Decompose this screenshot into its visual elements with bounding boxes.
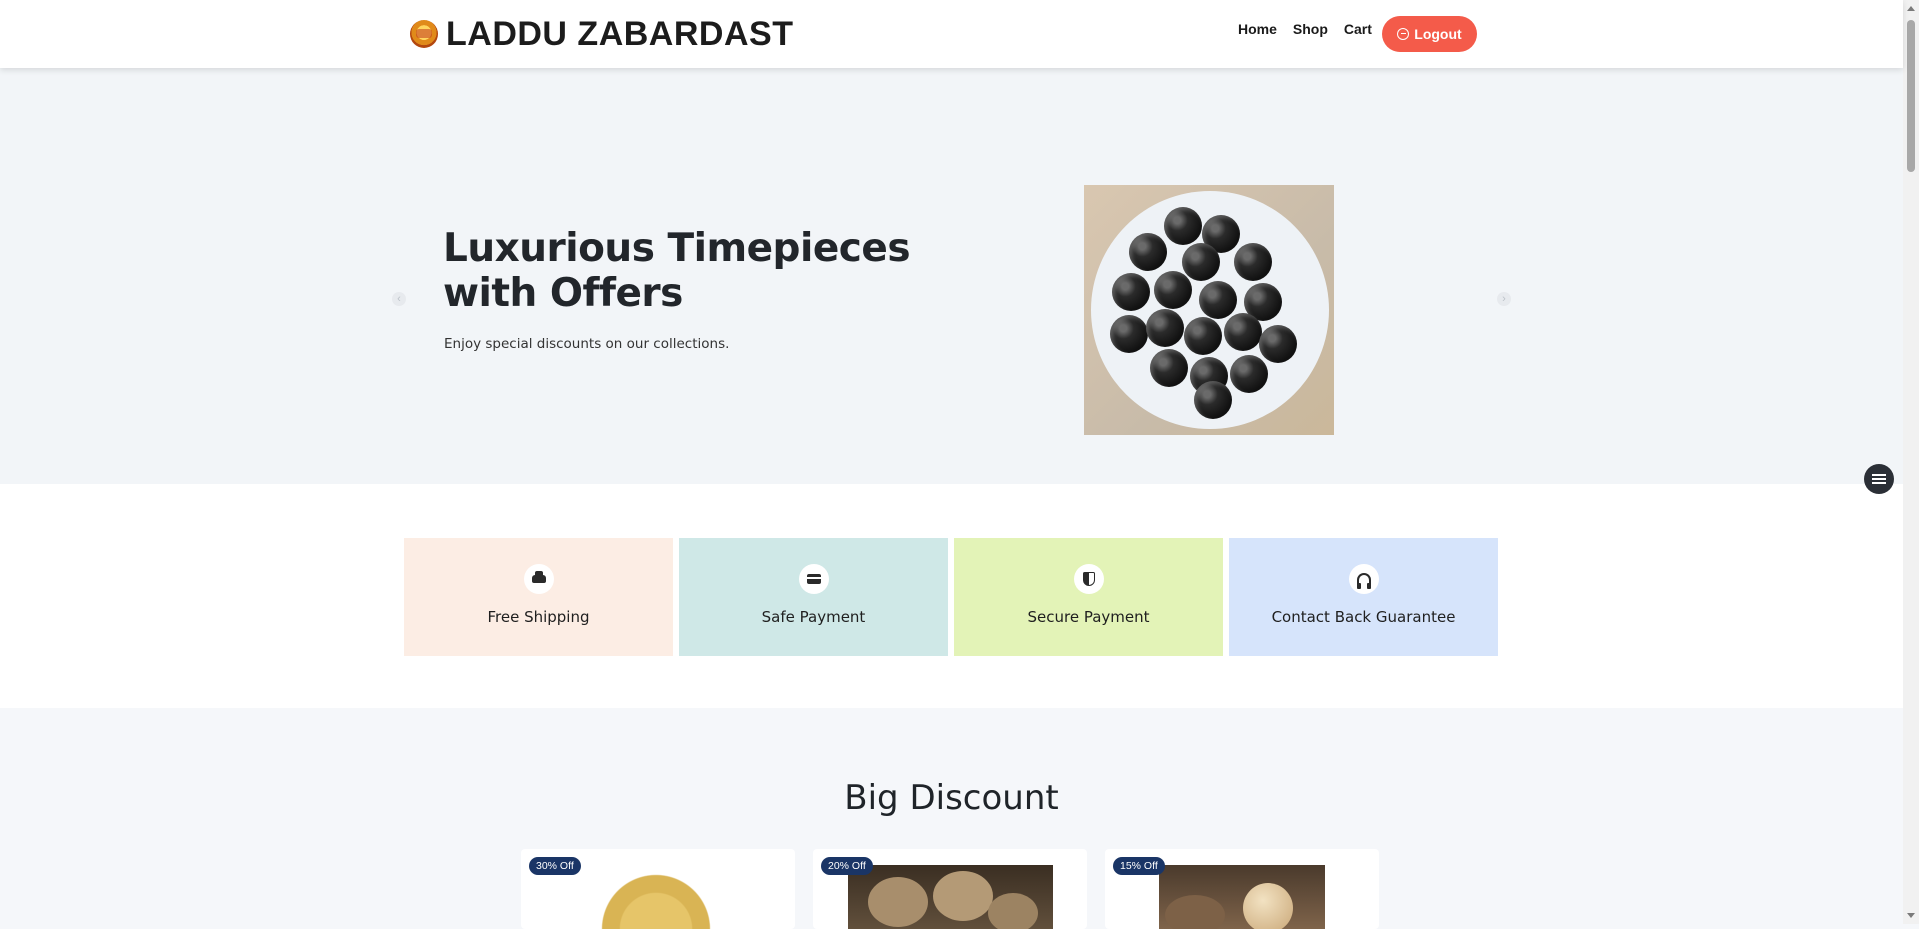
features-section: Free Shipping Safe Payment Secure Paymen… <box>0 484 1903 708</box>
list-icon <box>1872 478 1886 480</box>
menu-toggle-widget[interactable] <box>1864 464 1894 494</box>
navbar: LADDU ZABARDAST Home Shop Cart Logout <box>0 0 1903 68</box>
credit-card-icon <box>798 564 829 594</box>
nav-cart[interactable]: Cart <box>1336 20 1380 38</box>
page-scrollbar[interactable] <box>1903 0 1919 924</box>
chevron-left-icon: ‹ <box>397 293 401 305</box>
laddu <box>1110 315 1148 353</box>
feature-secure-payment: Secure Payment <box>954 538 1223 656</box>
laddu <box>1230 355 1268 393</box>
hero-title: Luxurious Timepieces with Offers <box>443 226 911 316</box>
feature-label: Safe Payment <box>761 608 866 626</box>
laddu <box>1150 349 1188 387</box>
laddu <box>1146 309 1184 347</box>
feature-label: Contact Back Guarantee <box>1271 608 1456 626</box>
feature-label: Free Shipping <box>487 608 590 626</box>
logo-icon <box>410 20 438 48</box>
laddu <box>1164 207 1202 245</box>
feature-safe-payment: Safe Payment <box>679 538 948 656</box>
laddu <box>1184 317 1222 355</box>
laddu <box>1129 233 1167 271</box>
scrollbar-thumb[interactable] <box>1907 20 1915 172</box>
laddu <box>1224 313 1262 351</box>
laddu <box>1182 243 1220 281</box>
product-card[interactable]: 30% Off <box>521 849 795 929</box>
main-nav: Home Shop Cart <box>1230 20 1380 38</box>
laddu <box>1234 243 1272 281</box>
headset-icon <box>1348 564 1379 594</box>
product-image <box>556 865 756 929</box>
laddu <box>1194 381 1232 419</box>
section-title: Big Discount <box>844 778 1059 818</box>
product-card[interactable]: 15% Off <box>1105 849 1379 929</box>
hero-carousel: ‹ Luxurious Timepieces with Offers Enjoy… <box>0 68 1903 484</box>
feature-label: Secure Payment <box>1027 608 1150 626</box>
carousel-prev-button[interactable]: ‹ <box>392 292 406 306</box>
product-image <box>1159 865 1325 929</box>
discount-badge: 30% Off <box>529 857 581 875</box>
brand-name: LADDU ZABARDAST <box>446 14 794 53</box>
product-card[interactable]: 20% Off <box>813 849 1087 929</box>
laddu <box>1154 271 1192 309</box>
chevron-right-icon: › <box>1502 293 1506 305</box>
feature-contact-guarantee: Contact Back Guarantee <box>1229 538 1498 656</box>
nav-shop[interactable]: Shop <box>1285 20 1336 38</box>
product-image <box>848 865 1053 929</box>
hero-image <box>1084 185 1334 435</box>
discount-section: Big Discount 30% Off 20% Off 15% Off <box>0 708 1903 929</box>
laddu <box>1112 273 1150 311</box>
logout-label: Logout <box>1414 26 1462 42</box>
scroll-down-icon[interactable] <box>1907 913 1915 918</box>
scroll-up-icon[interactable] <box>1907 6 1915 11</box>
car-icon <box>523 564 554 594</box>
brand[interactable]: LADDU ZABARDAST <box>410 14 793 54</box>
hero-subtitle: Enjoy special discounts on our collectio… <box>444 336 730 352</box>
carousel-next-button[interactable]: › <box>1497 292 1511 306</box>
laddu <box>1259 325 1297 363</box>
discount-badge: 20% Off <box>821 857 873 875</box>
discount-badge: 15% Off <box>1113 857 1165 875</box>
nav-home[interactable]: Home <box>1230 20 1285 38</box>
feature-free-shipping: Free Shipping <box>404 538 673 656</box>
logout-button[interactable]: Logout <box>1382 16 1477 52</box>
laddu <box>1199 281 1237 319</box>
shield-icon <box>1073 564 1104 594</box>
logout-icon <box>1397 28 1410 40</box>
